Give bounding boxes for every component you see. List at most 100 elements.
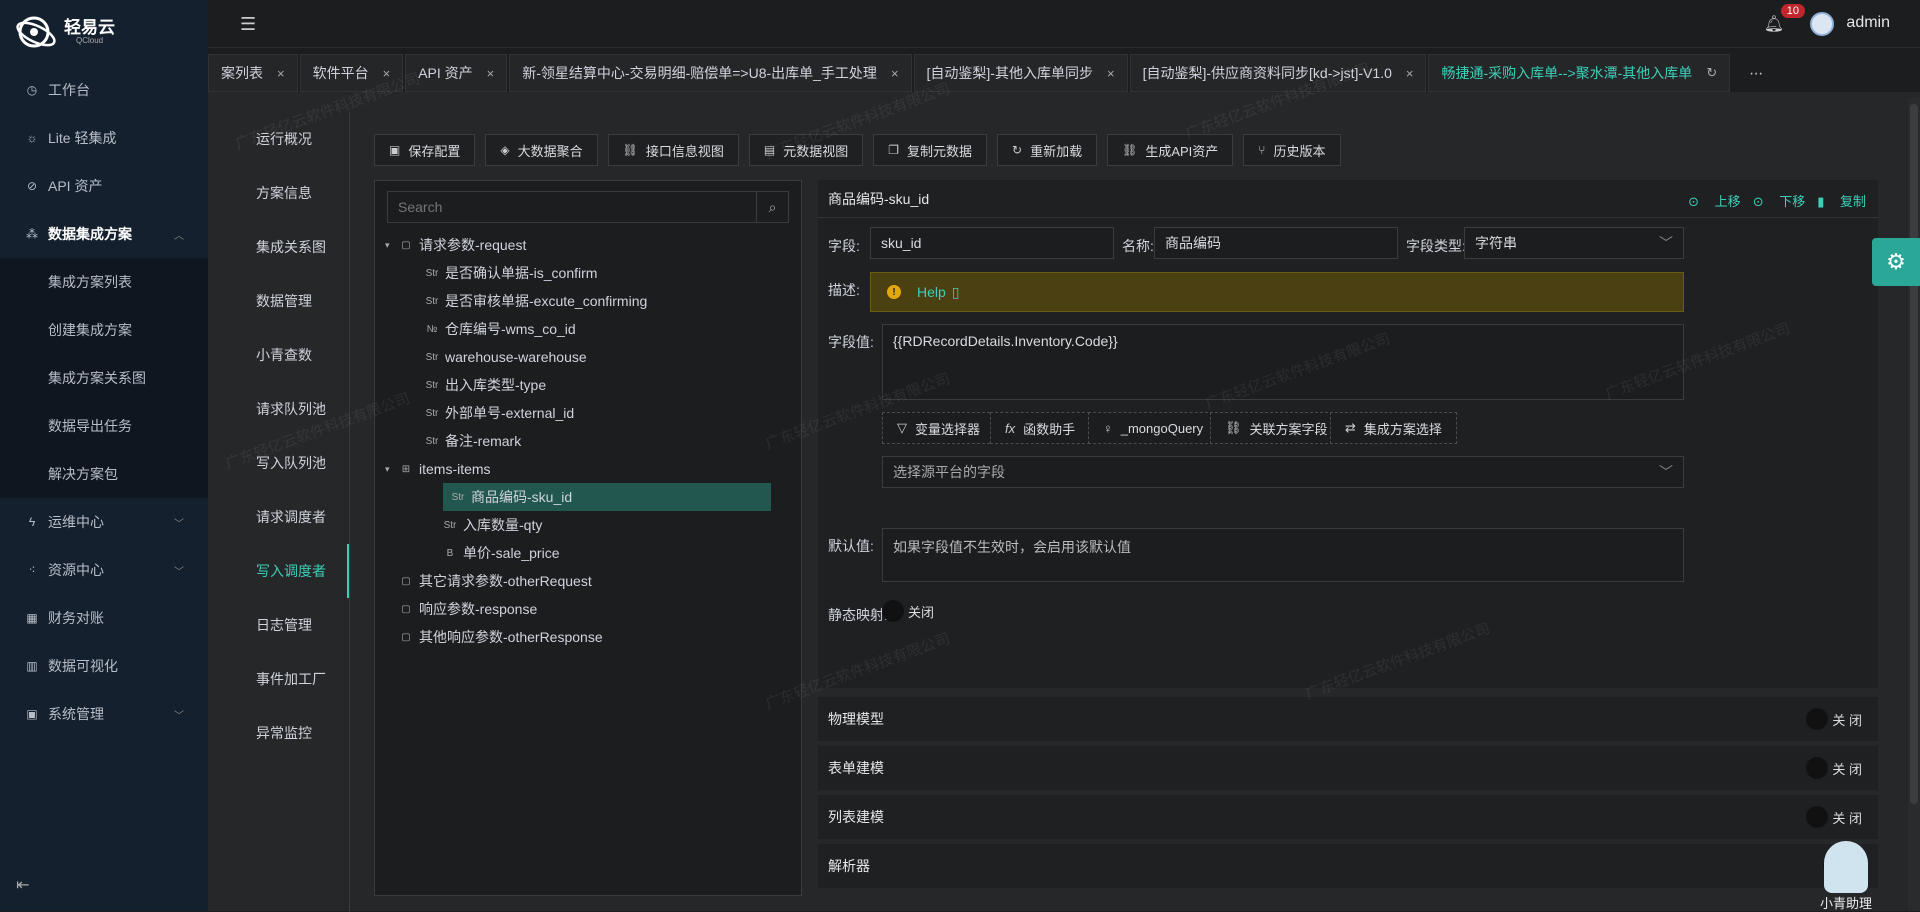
move-down-button[interactable]: ⊙ 下移 xyxy=(1753,191,1806,210)
subnav-query[interactable]: 小青查数 xyxy=(208,328,349,382)
scrollbar-thumb[interactable] xyxy=(1910,104,1918,804)
value-textarea[interactable]: {{RDRecordDetails.Inventory.Code}} xyxy=(882,324,1684,400)
mongo-query-button[interactable]: ♀_mongoQuery xyxy=(1088,412,1218,444)
tree-node[interactable]: ▢其他响应参数-otherResponse xyxy=(385,623,795,651)
tree-node[interactable]: Str出入库类型-type xyxy=(385,371,795,399)
variable-selector-button[interactable]: ▽变量选择器 xyxy=(882,412,995,444)
subnav-overview[interactable]: 运行概况 xyxy=(208,112,349,166)
caret-icon[interactable]: ▾ xyxy=(385,464,399,475)
logo[interactable]: 轻易云 QCloud xyxy=(14,12,115,52)
description-box[interactable]: !Help▯ xyxy=(870,272,1684,312)
subnav-exception-monitor[interactable]: 异常监控 xyxy=(208,706,349,760)
tree-node[interactable]: ▾⊞items-items xyxy=(385,455,795,483)
name-input[interactable]: 商品编码 xyxy=(1154,227,1398,259)
page-scrollbar[interactable] xyxy=(1908,98,1920,911)
copy-button[interactable]: ▮ 复制 xyxy=(1817,191,1866,210)
sidebar-item-api[interactable]: ⊘API 资产 xyxy=(0,162,208,210)
tab-supplier-sync[interactable]: [自动鉴梨]-供应商资料同步[kd->jst]-V1.0× xyxy=(1130,54,1427,92)
subnav-write-scheduler[interactable]: 写入调度者 xyxy=(208,544,349,598)
close-icon[interactable]: × xyxy=(277,66,285,81)
api-info-view-button[interactable]: ⛓接口信息视图 xyxy=(608,134,739,166)
save-config-button[interactable]: ▣保存配置 xyxy=(374,134,475,166)
subnav-plan-info[interactable]: 方案信息 xyxy=(208,166,349,220)
sidebar-subitem-plan-list[interactable]: 集成方案列表 xyxy=(0,258,208,306)
related-field-button[interactable]: ⛓关联方案字段 xyxy=(1210,412,1343,444)
sidebar-item-resources[interactable]: ⁖资源中心﹀ xyxy=(0,546,208,594)
tab-api-assets[interactable]: API 资产× xyxy=(405,54,507,92)
plan-select-button[interactable]: ⇄集成方案选择 xyxy=(1330,412,1457,444)
tree-node[interactable]: Str备注-remark xyxy=(385,427,795,455)
source-field-select[interactable]: 选择源平台的字段﹀ xyxy=(882,456,1684,488)
subnav-logs[interactable]: 日志管理 xyxy=(208,598,349,652)
sidebar-subitem-create-plan[interactable]: 创建集成方案 xyxy=(0,306,208,354)
close-icon[interactable]: × xyxy=(891,66,899,81)
static-map-switch[interactable]: 关闭 xyxy=(882,600,934,622)
subnav-event-factory[interactable]: 事件加工厂 xyxy=(208,652,349,706)
menu-toggle-icon[interactable]: ☰ xyxy=(240,14,256,35)
subnav-write-queue[interactable]: 写入队列池 xyxy=(208,436,349,490)
tab-other-inbound[interactable]: [自动鉴梨]-其他入库单同步× xyxy=(914,54,1128,92)
close-icon[interactable]: × xyxy=(1107,66,1115,81)
big-data-aggregate-button[interactable]: ◈大数据聚合 xyxy=(485,134,597,166)
tab-plan-list[interactable]: 案列表× xyxy=(208,54,298,92)
username[interactable]: admin xyxy=(1846,14,1890,32)
tree-node[interactable]: ▢响应参数-response xyxy=(385,595,795,623)
section-switch[interactable]: 关 闭 xyxy=(1806,708,1862,730)
tree-node[interactable]: Str商品编码-sku_id xyxy=(443,483,771,511)
section-form-model[interactable]: 表单建模关 闭 xyxy=(818,746,1878,790)
section-switch[interactable]: 关 闭 xyxy=(1806,757,1862,779)
section-parser[interactable]: 解析器关 xyxy=(818,844,1878,888)
sidebar-item-workbench[interactable]: ◷工作台 xyxy=(0,66,208,114)
tree-node[interactable]: Str外部单号-external_id xyxy=(385,399,795,427)
sidebar-subitem-solution-pack[interactable]: 解决方案包 xyxy=(0,450,208,498)
history-version-button[interactable]: ⑂历史版本 xyxy=(1243,134,1340,166)
tree-node[interactable]: Str是否审核单据-excute_confirming xyxy=(385,287,795,315)
tab-lingxing[interactable]: 新-领星结算中心-交易明细-赔偿单=>U8-出库单_手工处理× xyxy=(509,54,911,92)
tree-node[interactable]: ▢其它请求参数-otherRequest xyxy=(385,567,795,595)
sidebar-item-visual[interactable]: ▥数据可视化 xyxy=(0,642,208,690)
help-link[interactable]: Help xyxy=(917,284,946,300)
close-icon[interactable]: × xyxy=(1406,66,1414,81)
subnav-data-mgmt[interactable]: 数据管理 xyxy=(208,274,349,328)
settings-gear-icon[interactable]: ⚙ xyxy=(1872,238,1920,286)
assistant-widget[interactable]: 小青助理 xyxy=(1816,841,1876,911)
reload-icon[interactable]: ↻ xyxy=(1706,65,1717,81)
close-icon[interactable]: × xyxy=(383,66,391,81)
sidebar-subitem-plan-graph[interactable]: 集成方案关系图 xyxy=(0,354,208,402)
reload-button[interactable]: ↻重新加载 xyxy=(997,134,1097,166)
sidebar-item-finance[interactable]: ▦财务对账 xyxy=(0,594,208,642)
default-value-input[interactable]: 如果字段值不生效时，会启用该默认值 xyxy=(882,528,1684,582)
close-icon[interactable]: × xyxy=(487,66,495,81)
sidebar-item-data-integration[interactable]: ⁂数据集成方案︿ xyxy=(0,210,208,258)
subnav-request-queue[interactable]: 请求队列池 xyxy=(208,382,349,436)
metadata-view-button[interactable]: ▤元数据视图 xyxy=(749,134,863,166)
subnav-relation-graph[interactable]: 集成关系图 xyxy=(208,220,349,274)
avatar[interactable] xyxy=(1810,12,1834,36)
sidebar-item-lite[interactable]: ☼Lite 轻集成 xyxy=(0,114,208,162)
tree-node[interactable]: №仓库编号-wms_co_id xyxy=(385,315,795,343)
sidebar-subitem-export-task[interactable]: 数据导出任务 xyxy=(0,402,208,450)
section-list-model[interactable]: 列表建模关 闭 xyxy=(818,795,1878,839)
collapse-menu-icon[interactable]: ⇤ xyxy=(16,875,29,895)
tree-node[interactable]: ▾▢请求参数-request xyxy=(385,231,795,259)
caret-icon[interactable]: ▾ xyxy=(385,240,399,251)
tab-software-platform[interactable]: 软件平台× xyxy=(300,54,404,92)
tree-node[interactable]: Str是否确认单据-is_confirm xyxy=(385,259,795,287)
bell-icon[interactable]: 🔔︎ xyxy=(1764,14,1784,34)
generate-api-asset-button[interactable]: ⛓生成API资产 xyxy=(1107,134,1233,166)
tree-node[interactable]: Strwarehouse-warehouse xyxy=(385,343,795,371)
function-helper-button[interactable]: fx函数助手 xyxy=(990,412,1090,444)
tree-node[interactable]: Str入库数量-qty xyxy=(385,511,795,539)
tab-chanjet-purchase[interactable]: 畅捷通-采购入库单-->聚水潭-其他入库单↻ xyxy=(1428,54,1730,92)
type-select[interactable]: 字符串﹀ xyxy=(1464,227,1684,259)
sidebar-item-ops[interactable]: ϟ运维中心﹀ xyxy=(0,498,208,546)
section-physical-model[interactable]: 物理模型关 闭 xyxy=(818,697,1878,741)
more-tabs-icon[interactable]: ⋯ xyxy=(1732,54,1780,92)
field-input[interactable]: sku_id xyxy=(870,227,1114,259)
search-input[interactable] xyxy=(388,192,748,222)
copy-metadata-button[interactable]: ❐复制元数据 xyxy=(873,134,987,166)
section-switch[interactable]: 关 闭 xyxy=(1806,806,1862,828)
subnav-request-scheduler[interactable]: 请求调度者 xyxy=(208,490,349,544)
tree-node[interactable]: B单价-sale_price xyxy=(385,539,795,567)
sidebar-item-system[interactable]: ▣系统管理﹀ xyxy=(0,690,208,738)
